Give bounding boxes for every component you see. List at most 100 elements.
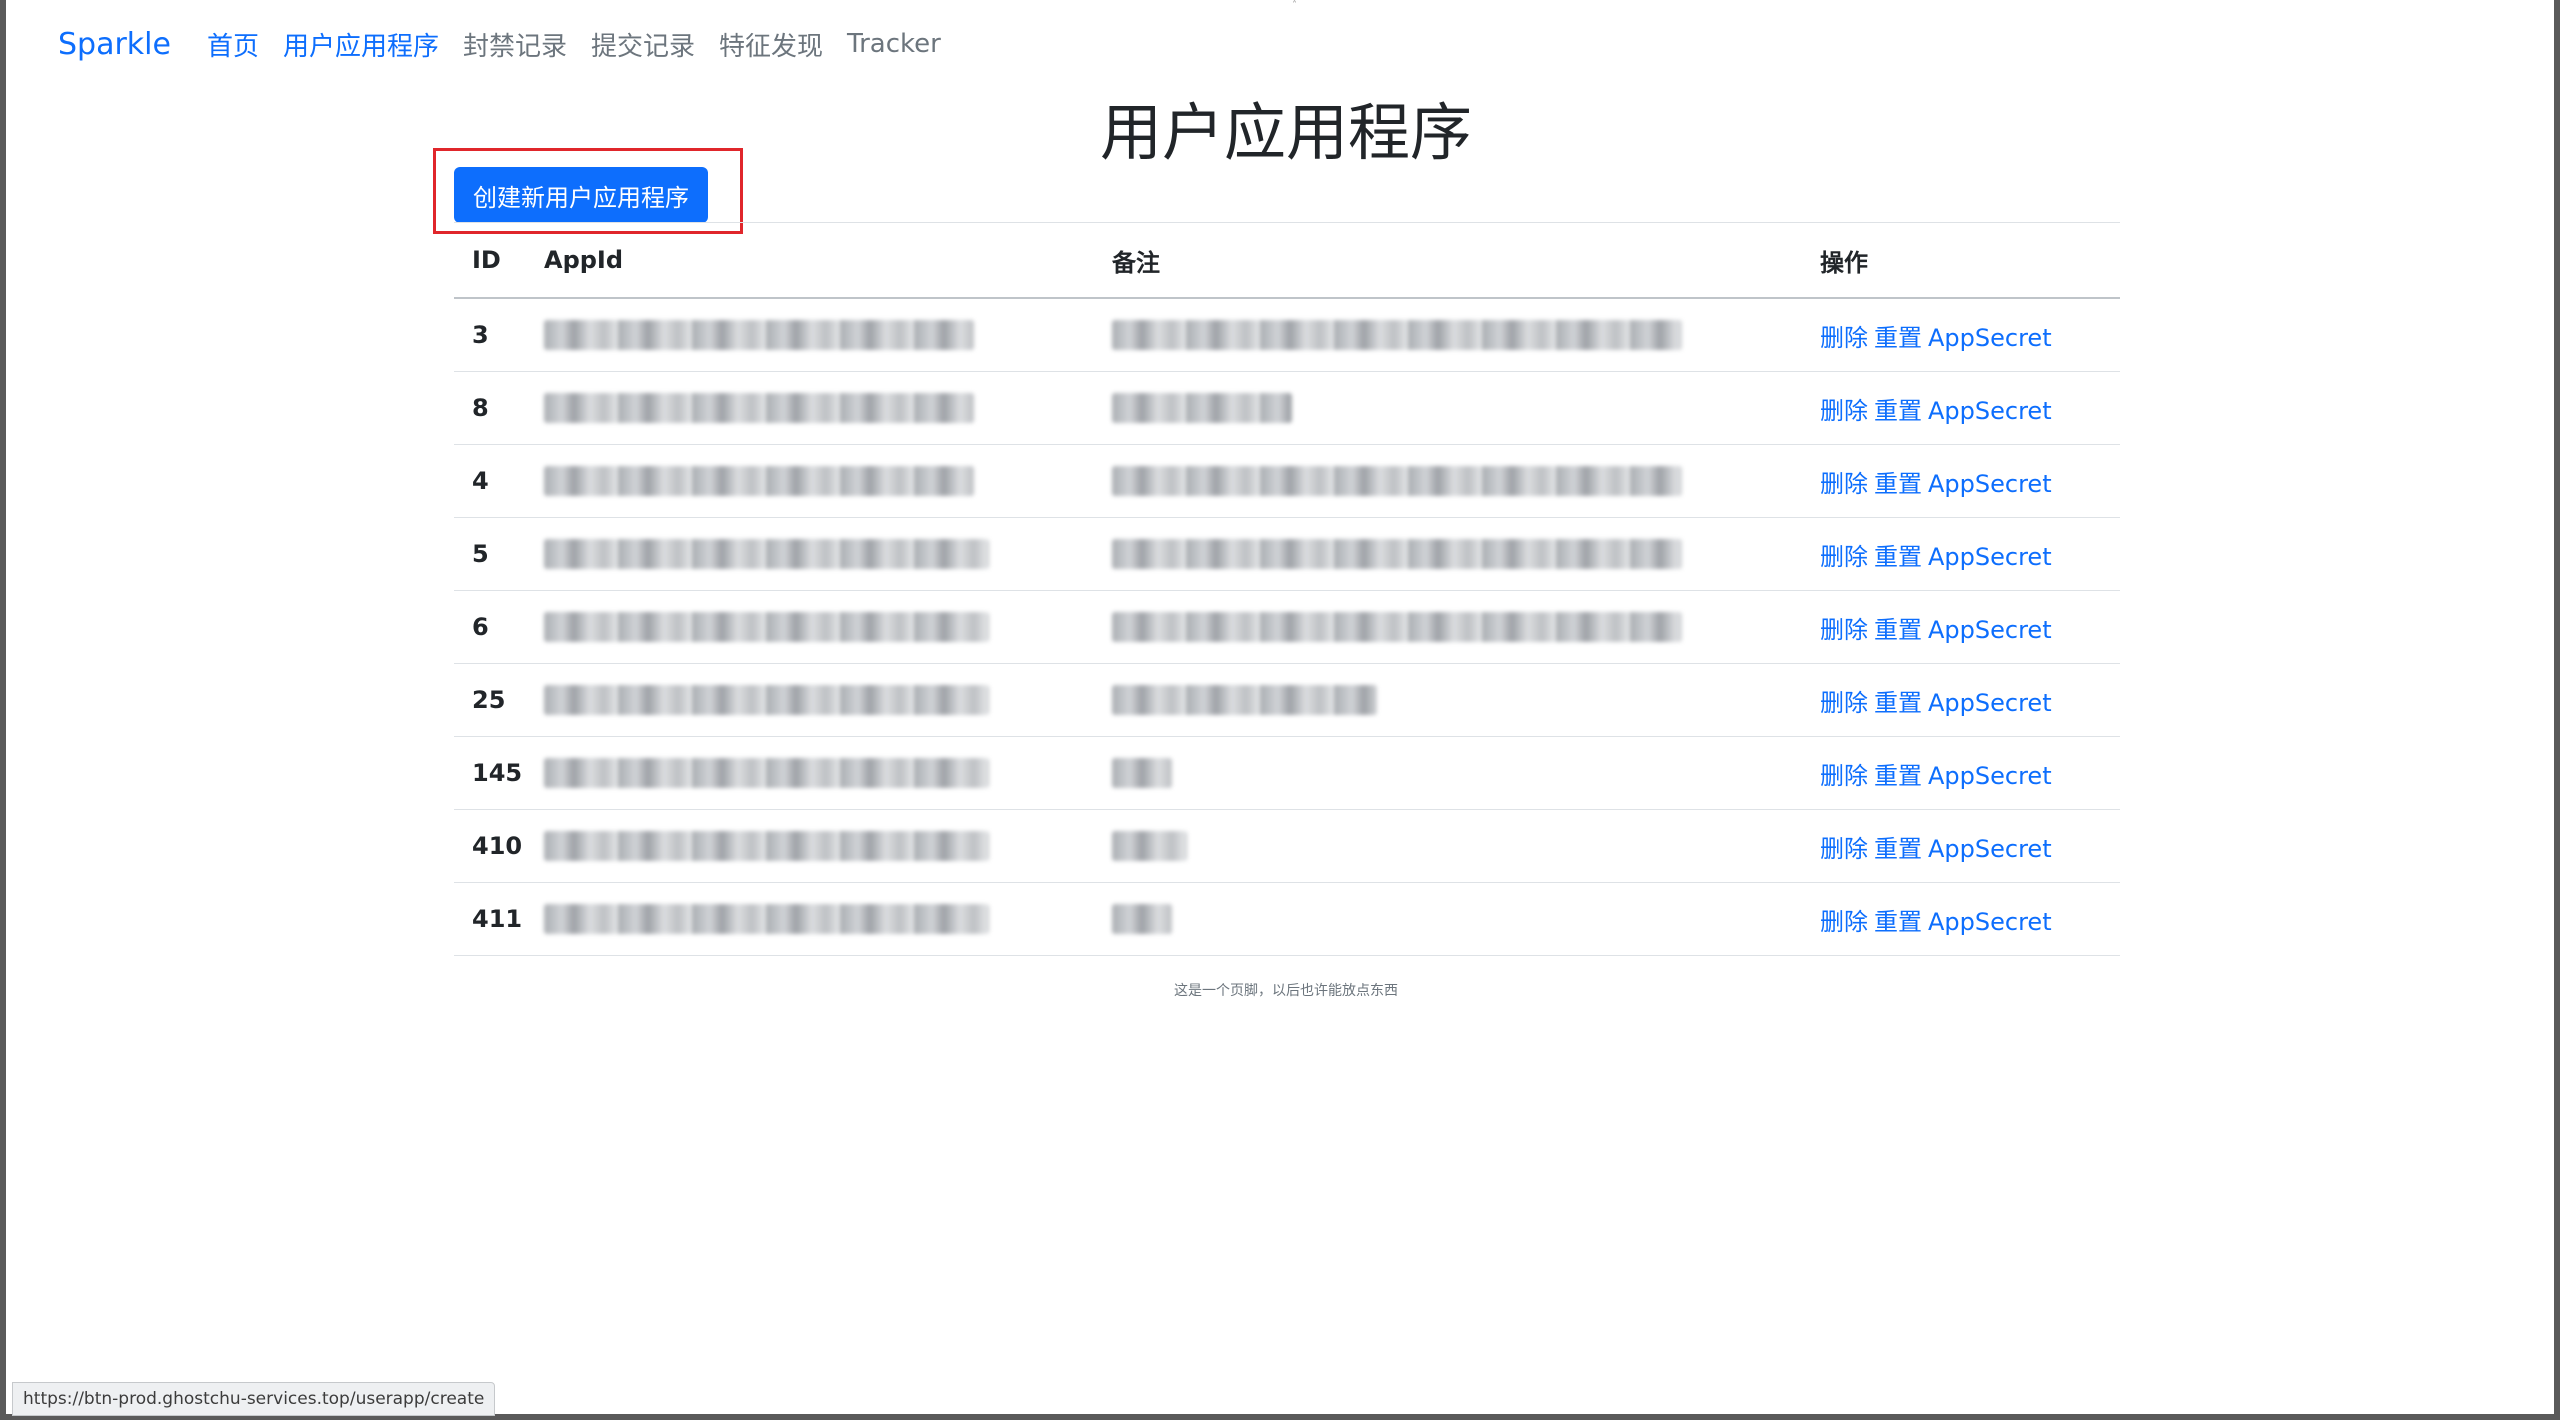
table-row: 4 删除 重置 AppSecret: [454, 444, 2120, 518]
row-actions: 删除 重置 AppSecret: [1802, 371, 2120, 445]
row-id: 5: [454, 517, 526, 591]
redacted-appid: [544, 758, 989, 788]
redacted-note: [1112, 393, 1292, 423]
page-footer: 这是一个页脚，以后也许能放点东西: [1174, 983, 1398, 999]
header-action: 操作: [1802, 222, 2120, 299]
row-note: [1094, 809, 1802, 883]
nav-item-home[interactable]: 首页: [207, 26, 259, 63]
nav-item-tracker[interactable]: Tracker: [847, 29, 941, 59]
row-appid: [526, 736, 1094, 810]
row-id: 4: [454, 444, 526, 518]
redacted-note: [1112, 758, 1172, 788]
table-header: ID AppId 备注 操作: [454, 222, 2120, 299]
row-note: [1094, 882, 1802, 956]
row-id: 6: [454, 590, 526, 664]
browser-frame: ˄ Sparkle 首页 用户应用程序 封禁记录 提交记录 特征发现 Track…: [0, 0, 2560, 1420]
row-note: [1094, 517, 1802, 591]
appsecret-link[interactable]: AppSecret: [1928, 616, 2052, 644]
header-note: 备注: [1094, 222, 1802, 299]
redacted-appid: [544, 320, 974, 350]
header-id: ID: [454, 222, 526, 299]
page-title: 用户应用程序: [1099, 96, 1472, 169]
table-row: 3 删除 重置 AppSecret: [454, 298, 2120, 372]
reset-link[interactable]: 重置: [1874, 689, 1922, 717]
redacted-appid: [544, 539, 989, 569]
row-note: [1094, 444, 1802, 518]
delete-link[interactable]: 删除: [1820, 762, 1868, 790]
row-id: 411: [454, 882, 526, 956]
redacted-note: [1112, 685, 1377, 715]
user-app-table: ID AppId 备注 操作 3 删除 重置 AppSecret 8 删除 重置 AppSec…: [454, 222, 2120, 956]
appsecret-link[interactable]: AppSecret: [1928, 762, 2052, 790]
reset-link[interactable]: 重置: [1874, 324, 1922, 352]
delete-link[interactable]: 删除: [1820, 543, 1868, 571]
row-appid: [526, 663, 1094, 737]
table-row: 411 删除 重置 AppSecret: [454, 882, 2120, 956]
row-id: 3: [454, 298, 526, 372]
delete-link[interactable]: 删除: [1820, 397, 1868, 425]
header-appid: AppId: [526, 222, 1094, 299]
row-appid: [526, 444, 1094, 518]
row-actions: 删除 重置 AppSecret: [1802, 298, 2120, 372]
table-row: 145 删除 重置 AppSecret: [454, 736, 2120, 810]
reset-link[interactable]: 重置: [1874, 835, 1922, 863]
redacted-note: [1112, 466, 1682, 496]
nav-item-feature-discovery[interactable]: 特征发现: [719, 26, 823, 63]
redacted-appid: [544, 904, 989, 934]
redacted-appid: [544, 466, 974, 496]
reset-link[interactable]: 重置: [1874, 397, 1922, 425]
reset-link[interactable]: 重置: [1874, 616, 1922, 644]
appsecret-link[interactable]: AppSecret: [1928, 397, 2052, 425]
appsecret-link[interactable]: AppSecret: [1928, 543, 2052, 571]
redacted-note: [1112, 612, 1682, 642]
row-note: [1094, 736, 1802, 810]
row-appid: [526, 809, 1094, 883]
appsecret-link[interactable]: AppSecret: [1928, 835, 2052, 863]
redacted-note: [1112, 539, 1682, 569]
row-actions: 删除 重置 AppSecret: [1802, 590, 2120, 664]
row-note: [1094, 371, 1802, 445]
redacted-note: [1112, 831, 1187, 861]
row-id: 145: [454, 736, 526, 810]
redacted-note: [1112, 320, 1682, 350]
table-body: 3 删除 重置 AppSecret 8 删除 重置 AppSecret 4 删除 重置 AppSecr…: [454, 298, 2120, 956]
delete-link[interactable]: 删除: [1820, 689, 1868, 717]
appsecret-link[interactable]: AppSecret: [1928, 324, 2052, 352]
row-actions: 删除 重置 AppSecret: [1802, 663, 2120, 737]
row-appid: [526, 517, 1094, 591]
appsecret-link[interactable]: AppSecret: [1928, 470, 2052, 498]
nav-item-user-apps[interactable]: 用户应用程序: [283, 26, 439, 63]
delete-link[interactable]: 删除: [1820, 616, 1868, 644]
table-row: 8 删除 重置 AppSecret: [454, 371, 2120, 445]
redacted-appid: [544, 685, 989, 715]
row-appid: [526, 371, 1094, 445]
brand-link[interactable]: Sparkle: [58, 27, 171, 62]
delete-link[interactable]: 删除: [1820, 835, 1868, 863]
nav-item-submit-records[interactable]: 提交记录: [591, 26, 695, 63]
delete-link[interactable]: 删除: [1820, 908, 1868, 936]
row-actions: 删除 重置 AppSecret: [1802, 736, 2120, 810]
row-note: [1094, 663, 1802, 737]
reset-link[interactable]: 重置: [1874, 470, 1922, 498]
appsecret-link[interactable]: AppSecret: [1928, 908, 2052, 936]
row-actions: 删除 重置 AppSecret: [1802, 444, 2120, 518]
reset-link[interactable]: 重置: [1874, 762, 1922, 790]
appsecret-link[interactable]: AppSecret: [1928, 689, 2052, 717]
redacted-appid: [544, 831, 989, 861]
navbar: Sparkle 首页 用户应用程序 封禁记录 提交记录 特征发现 Tracker: [58, 24, 965, 64]
reset-link[interactable]: 重置: [1874, 543, 1922, 571]
nav-item-ban-records[interactable]: 封禁记录: [463, 26, 567, 63]
user-app-table-container: ID AppId 备注 操作 3 删除 重置 AppSecret 8 删除 重置 AppSec…: [454, 222, 2120, 956]
row-id: 410: [454, 809, 526, 883]
reset-link[interactable]: 重置: [1874, 908, 1922, 936]
delete-link[interactable]: 删除: [1820, 470, 1868, 498]
top-caret-icon: ˄: [1292, 0, 1297, 11]
row-note: [1094, 590, 1802, 664]
table-row: 6 删除 重置 AppSecret: [454, 590, 2120, 664]
create-user-app-button[interactable]: 创建新用户应用程序: [454, 167, 708, 223]
delete-link[interactable]: 删除: [1820, 324, 1868, 352]
row-id: 8: [454, 371, 526, 445]
row-note: [1094, 298, 1802, 372]
table-row: 25 删除 重置 AppSecret: [454, 663, 2120, 737]
redacted-note: [1112, 904, 1172, 934]
